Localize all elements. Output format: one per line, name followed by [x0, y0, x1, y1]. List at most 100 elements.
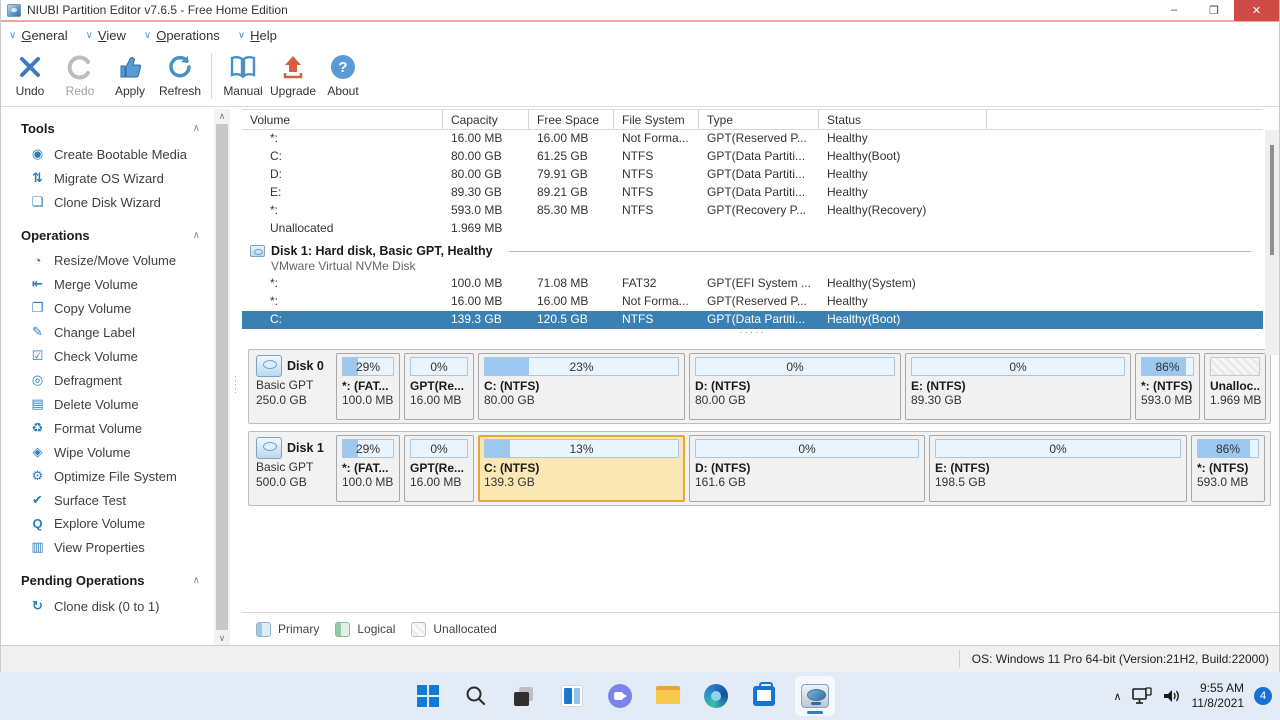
- table-row[interactable]: *:16.00 MB 16.00 MBNot Forma... GPT(Rese…: [242, 293, 1263, 311]
- table-row[interactable]: D:80.00 GB 79.91 GBNTFS GPT(Data Partiti…: [242, 166, 1263, 184]
- partition-block[interactable]: 0% D: (NTFS)80.00 GB: [689, 353, 901, 420]
- sidebar-item-copy-volume[interactable]: ❐ Copy Volume: [1, 296, 214, 320]
- sidebar-item-clone-disk-wizard[interactable]: ❏ Clone Disk Wizard: [1, 190, 214, 214]
- windows-logo-icon: [417, 685, 439, 707]
- partition-block[interactable]: 23% C: (NTFS)80.00 GB: [478, 353, 685, 420]
- sidebar-item-format-volume[interactable]: ♻ Format Volume: [1, 416, 214, 440]
- partition-block[interactable]: 0% D: (NTFS)161.6 GB: [689, 435, 925, 502]
- manual-button[interactable]: Manual: [218, 48, 268, 104]
- table-row[interactable]: E:89.30 GB 89.21 GBNTFS GPT(Data Partiti…: [242, 184, 1263, 202]
- menu-operations[interactable]: ∨ Operations: [144, 28, 220, 43]
- partition-block-selected[interactable]: 13% C: (NTFS)139.3 GB: [478, 435, 685, 502]
- taskbar: ∧ 9:55 AM 11/8/2021 4: [0, 672, 1280, 720]
- scroll-up-icon[interactable]: ∧: [219, 109, 226, 123]
- col-status[interactable]: Status: [819, 110, 987, 129]
- sidebar-item-explore-volume[interactable]: Q Explore Volume: [1, 512, 214, 535]
- table-row-unallocated[interactable]: Unallocated1.969 MB: [242, 220, 1263, 238]
- menu-help[interactable]: ∨ Help: [238, 28, 277, 43]
- section-tools[interactable]: Tools ∧: [1, 115, 214, 142]
- menu-general[interactable]: ∨ General: [9, 28, 68, 43]
- legend-unallocated: Unallocated: [411, 622, 496, 637]
- sidebar-item-clone-disk-pending[interactable]: ↻ Clone disk (0 to 1): [1, 594, 214, 618]
- book-icon: [228, 52, 258, 82]
- partition-block[interactable]: 86% *: (NTFS)593.0 MB: [1135, 353, 1200, 420]
- speaker-icon[interactable]: [1162, 687, 1182, 705]
- sidebar-item-view-properties[interactable]: ▥ View Properties: [1, 535, 214, 559]
- search-icon: Q: [29, 516, 46, 531]
- niubi-app-icon: [801, 684, 829, 708]
- menu-view[interactable]: ∨ View: [86, 28, 126, 43]
- collapse-icon[interactable]: ∧: [193, 123, 200, 134]
- partition-block[interactable]: 0% E: (NTFS)198.5 GB: [929, 435, 1187, 502]
- clock[interactable]: 9:55 AM 11/8/2021: [1192, 681, 1245, 711]
- sidebar-splitter[interactable]: ·····: [230, 109, 242, 645]
- partition-block-unallocated[interactable]: Unalloc...1.969 MB: [1204, 353, 1266, 420]
- start-button[interactable]: [411, 679, 445, 713]
- disk0-label[interactable]: Disk 0 Basic GPT 250.0 GB: [252, 353, 332, 420]
- network-icon[interactable]: [1132, 687, 1152, 705]
- partition-block[interactable]: 0% GPT(Re...16.00 MB: [404, 435, 474, 502]
- scrollbar-thumb[interactable]: [216, 124, 228, 630]
- scroll-down-icon[interactable]: ∨: [219, 631, 226, 645]
- partition-block[interactable]: 86% *: (NTFS)593.0 MB: [1191, 435, 1265, 502]
- about-button[interactable]: ? About: [318, 48, 368, 104]
- horizontal-splitter[interactable]: ·····: [242, 329, 1263, 341]
- scrollbar-thumb[interactable]: [1270, 145, 1274, 255]
- task-view-button[interactable]: [507, 679, 541, 713]
- close-button[interactable]: ✕: [1234, 0, 1279, 21]
- sidebar-item-delete-volume[interactable]: ▤ Delete Volume: [1, 392, 214, 416]
- apply-button[interactable]: Apply: [105, 48, 155, 104]
- disk1-label[interactable]: Disk 1 Basic GPT 500.0 GB: [252, 435, 332, 502]
- col-free-space[interactable]: Free Space: [529, 110, 614, 129]
- copy-icon: ❐: [29, 300, 46, 316]
- file-explorer-button[interactable]: [651, 679, 685, 713]
- table-row[interactable]: C:80.00 GB 61.25 GBNTFS GPT(Data Partiti…: [242, 148, 1263, 166]
- sidebar-item-check-volume[interactable]: ☑ Check Volume: [1, 344, 214, 368]
- edge-button[interactable]: [699, 679, 733, 713]
- partition-block[interactable]: 0% GPT(Re...16.00 MB: [404, 353, 474, 420]
- store-icon: [753, 686, 775, 706]
- col-file-system[interactable]: File System: [614, 110, 699, 129]
- sidebar-item-create-bootable-media[interactable]: ◉ Create Bootable Media: [1, 142, 214, 166]
- restore-button[interactable]: ❐: [1194, 0, 1234, 21]
- redo-button[interactable]: Redo: [55, 48, 105, 104]
- sidebar-item-defragment[interactable]: ◎ Defragment: [1, 368, 214, 392]
- collapse-icon[interactable]: ∧: [193, 575, 200, 586]
- sidebar-item-change-label[interactable]: ✎ Change Label: [1, 320, 214, 344]
- collapse-icon[interactable]: ∧: [193, 230, 200, 241]
- sidebar-item-merge-volume[interactable]: ⇤ Merge Volume: [1, 272, 214, 296]
- store-button[interactable]: [747, 679, 781, 713]
- table-row[interactable]: *:16.00 MB 16.00 MBNot Forma... GPT(Rese…: [242, 130, 1263, 148]
- sidebar-item-resize-move-volume[interactable]: ◔ Resize/Move Volume: [1, 249, 214, 272]
- widgets-button[interactable]: [555, 679, 589, 713]
- col-capacity[interactable]: Capacity: [443, 110, 529, 129]
- section-pending-operations[interactable]: Pending Operations ∧: [1, 567, 214, 594]
- partition-block[interactable]: 29% *: (FAT...100.0 MB: [336, 353, 400, 420]
- sidebar-item-optimize-file-system[interactable]: ⚙ Optimize File System: [1, 464, 214, 488]
- teams-chat-button[interactable]: [603, 679, 637, 713]
- partition-block[interactable]: 29% *: (FAT...100.0 MB: [336, 435, 400, 502]
- sidebar-scrollbar[interactable]: ∧ ∨: [214, 109, 230, 645]
- refresh-button[interactable]: Refresh: [155, 48, 205, 104]
- col-type[interactable]: Type: [699, 110, 819, 129]
- undo-button[interactable]: Undo: [5, 48, 55, 104]
- table-scrollbar[interactable]: [1265, 130, 1279, 355]
- table-row[interactable]: *:593.0 MB 85.30 MBNTFS GPT(Recovery P..…: [242, 202, 1263, 220]
- minimize-button[interactable]: –: [1154, 0, 1194, 21]
- partition-block[interactable]: 0% E: (NTFS)89.30 GB: [905, 353, 1131, 420]
- menu-view-label: View: [98, 28, 126, 43]
- sidebar-item-wipe-volume[interactable]: ◈ Wipe Volume: [1, 440, 214, 464]
- search-button[interactable]: [459, 679, 493, 713]
- table-header: Volume Capacity Free Space File System T…: [242, 109, 1263, 130]
- tray-overflow-icon[interactable]: ∧: [1113, 690, 1121, 703]
- primary-swatch-icon: [256, 622, 271, 637]
- col-volume[interactable]: Volume: [242, 110, 443, 129]
- sidebar-item-surface-test[interactable]: ✔ Surface Test: [1, 488, 214, 512]
- table-row[interactable]: *:100.0 MB 71.08 MBFAT32 GPT(EFI System …: [242, 275, 1263, 293]
- bootable-media-icon: ◉: [29, 146, 46, 162]
- sidebar-item-migrate-os-wizard[interactable]: ⇅ Migrate OS Wizard: [1, 166, 214, 190]
- niubi-taskbar-button[interactable]: [795, 676, 835, 716]
- notification-badge[interactable]: 4: [1254, 687, 1272, 705]
- section-operations[interactable]: Operations ∧: [1, 222, 214, 249]
- upgrade-button[interactable]: Upgrade: [268, 48, 318, 104]
